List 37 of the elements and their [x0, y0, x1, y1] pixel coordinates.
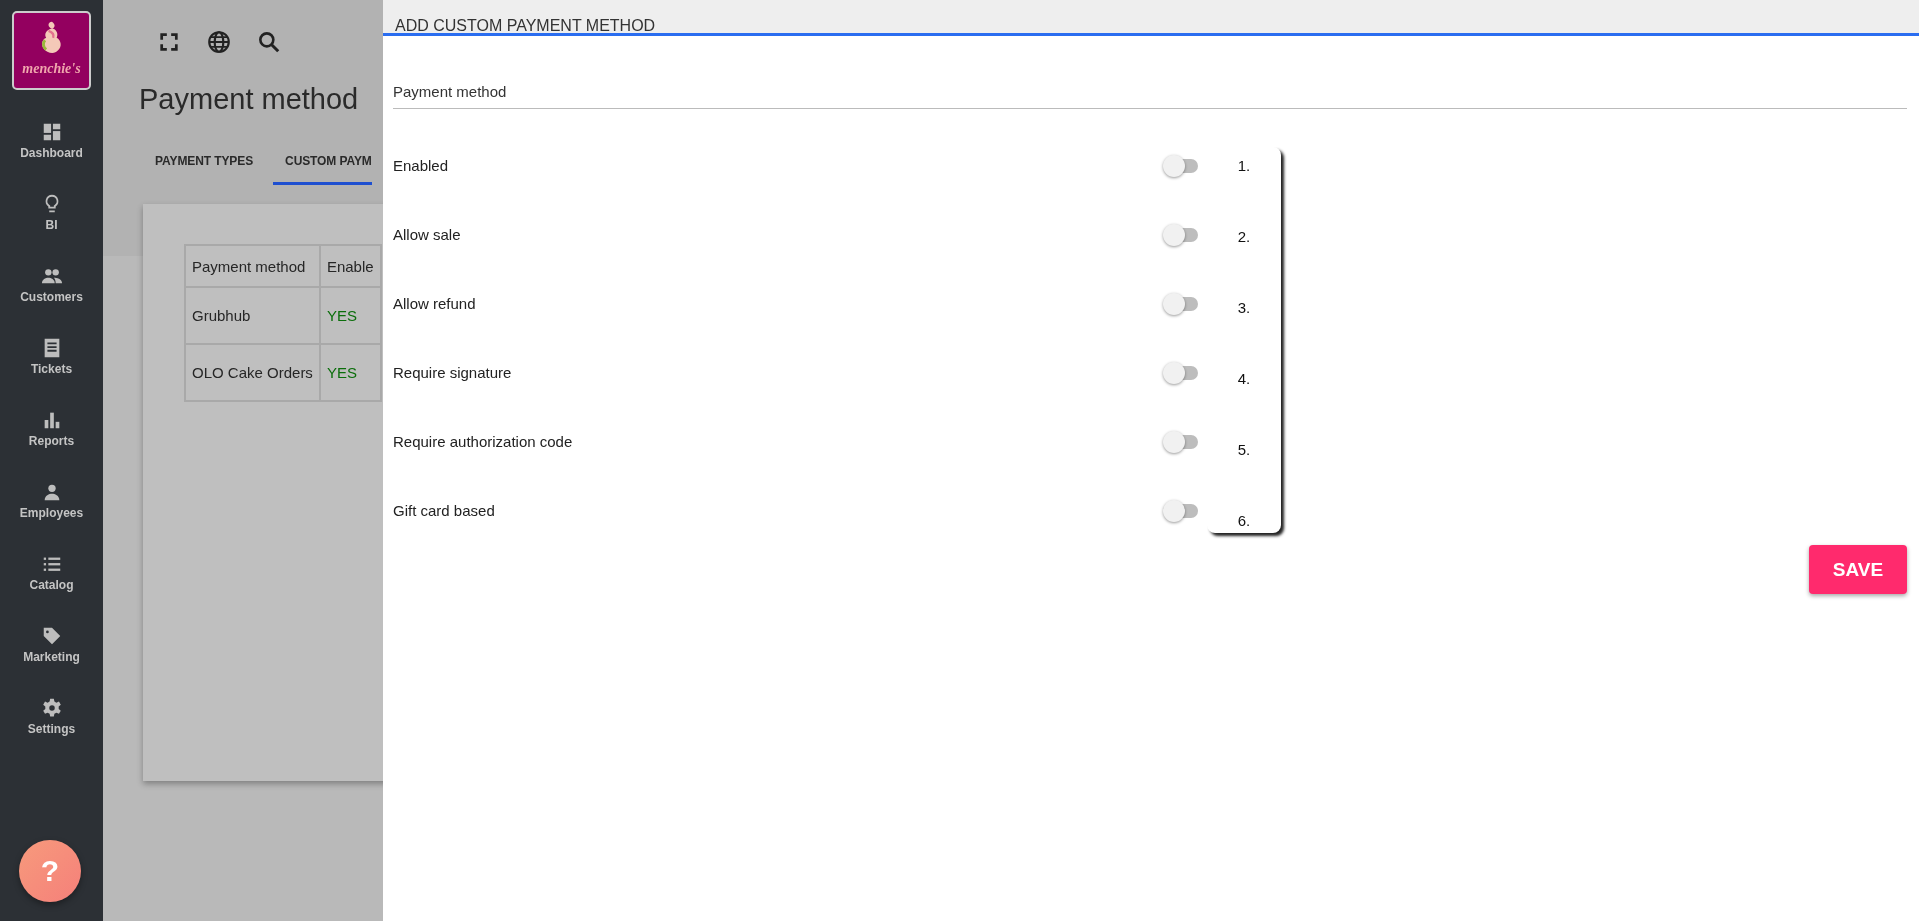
logo-text: menchie's — [22, 61, 81, 77]
list-number: 6. — [1237, 512, 1251, 529]
switch-label: Enabled — [393, 157, 449, 174]
save-button[interactable]: SAVE — [1809, 545, 1907, 594]
tab[interactable]: CUSTOM PAYM — [273, 144, 372, 185]
nav-item[interactable]: Settings — [0, 692, 103, 764]
nav-item[interactable]: Tickets — [0, 332, 103, 404]
table-cell: OLO Cake Orders — [185, 344, 320, 401]
nav-item[interactable]: Catalog — [0, 548, 103, 620]
nav-item[interactable]: Reports — [0, 404, 103, 476]
tab[interactable]: PAYMENT TYPES — [143, 144, 274, 185]
table-cell: YES — [319, 287, 381, 344]
list-number: 5. — [1237, 441, 1251, 458]
globe-icon[interactable] — [206, 29, 232, 55]
nav-item[interactable]: Marketing — [0, 620, 103, 692]
settings-icon — [40, 697, 63, 719]
list-number: 4. — [1237, 370, 1251, 387]
column-header: Enable — [319, 245, 381, 287]
list-number: 1. — [1237, 157, 1251, 174]
payment-method-field[interactable]: Payment method — [393, 83, 1907, 109]
list-number: 2. — [1237, 228, 1251, 245]
nav-item[interactable]: BI — [0, 188, 103, 260]
column-header: Payment method — [185, 245, 320, 287]
nav-item[interactable]: Customers — [0, 260, 103, 332]
search-icon[interactable] — [256, 29, 282, 55]
switch-label: Gift card based — [393, 502, 495, 519]
drawer-title: ADD CUSTOM PAYMENT METHOD — [383, 0, 1919, 36]
switch-label: Allow sale — [393, 226, 461, 243]
switch-label: Allow refund — [393, 295, 476, 312]
table-cell: YES — [319, 344, 381, 401]
list-number: 3. — [1237, 299, 1251, 316]
nav-item[interactable]: Employees — [0, 476, 103, 548]
switch-label: Require signature — [393, 364, 512, 381]
table-cell: Grubhub — [185, 287, 320, 344]
switch-label: Require authorization code — [393, 433, 573, 450]
nav-item[interactable]: Dashboard — [0, 116, 103, 188]
page-title: Payment method — [139, 83, 360, 116]
